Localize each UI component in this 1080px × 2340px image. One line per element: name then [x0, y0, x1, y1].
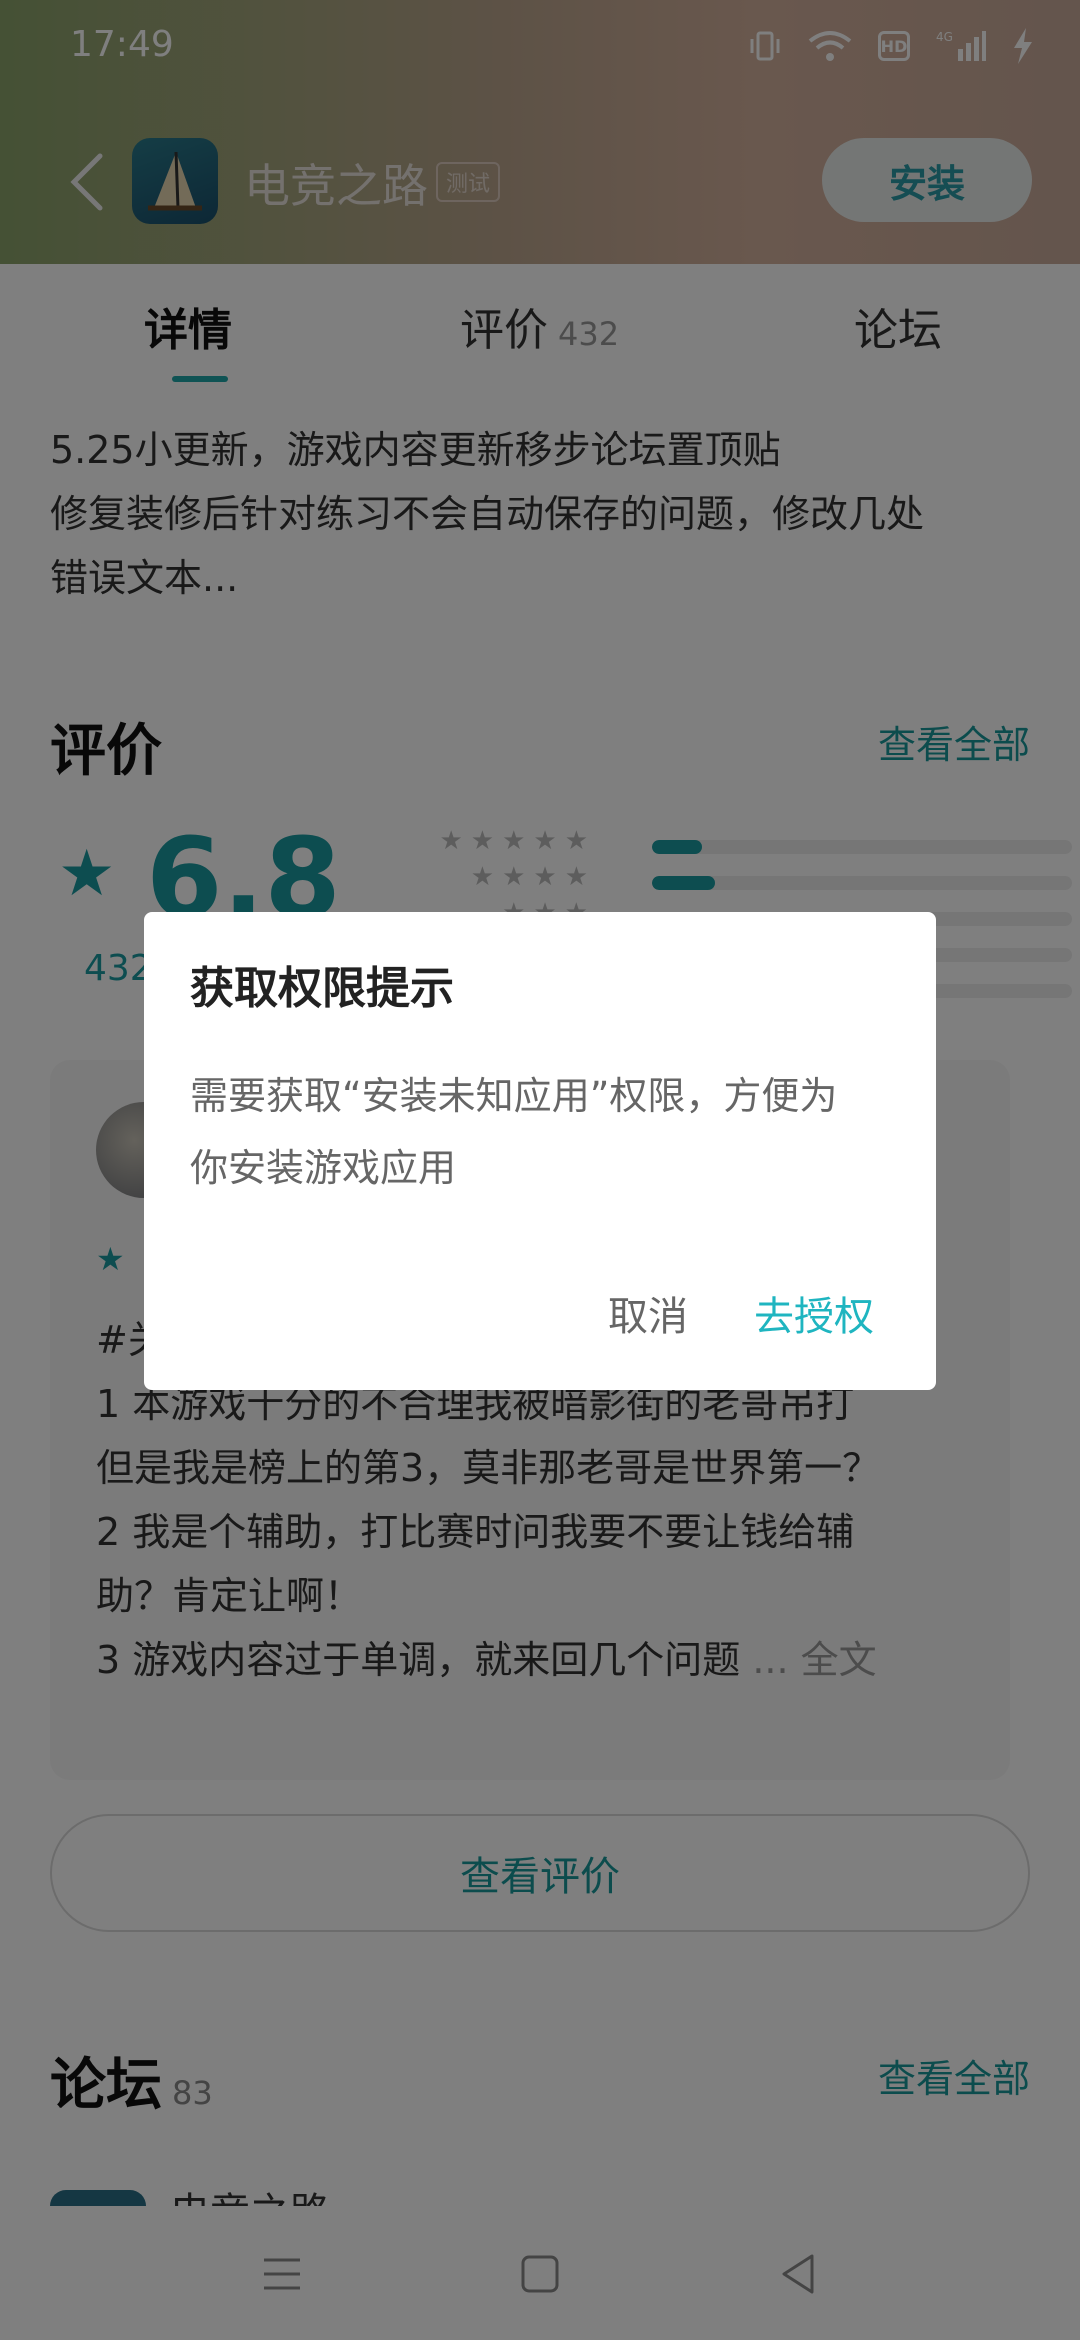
dialog-message-line: 需要获取“安装未知应用”权限，方便为: [190, 1074, 838, 1118]
cancel-button[interactable]: 取消: [608, 1284, 688, 1342]
permission-dialog: 获取权限提示 需要获取“安装未知应用”权限，方便为 你安装游戏应用 取消 去授权: [144, 912, 936, 1390]
dialog-message-line: 你安装游戏应用: [190, 1146, 457, 1190]
authorize-button[interactable]: 去授权: [754, 1284, 874, 1342]
dialog-title: 获取权限提示: [190, 963, 454, 1014]
dialog-message: 需要获取“安装未知应用”权限，方便为 你安装游戏应用: [190, 1060, 900, 1204]
